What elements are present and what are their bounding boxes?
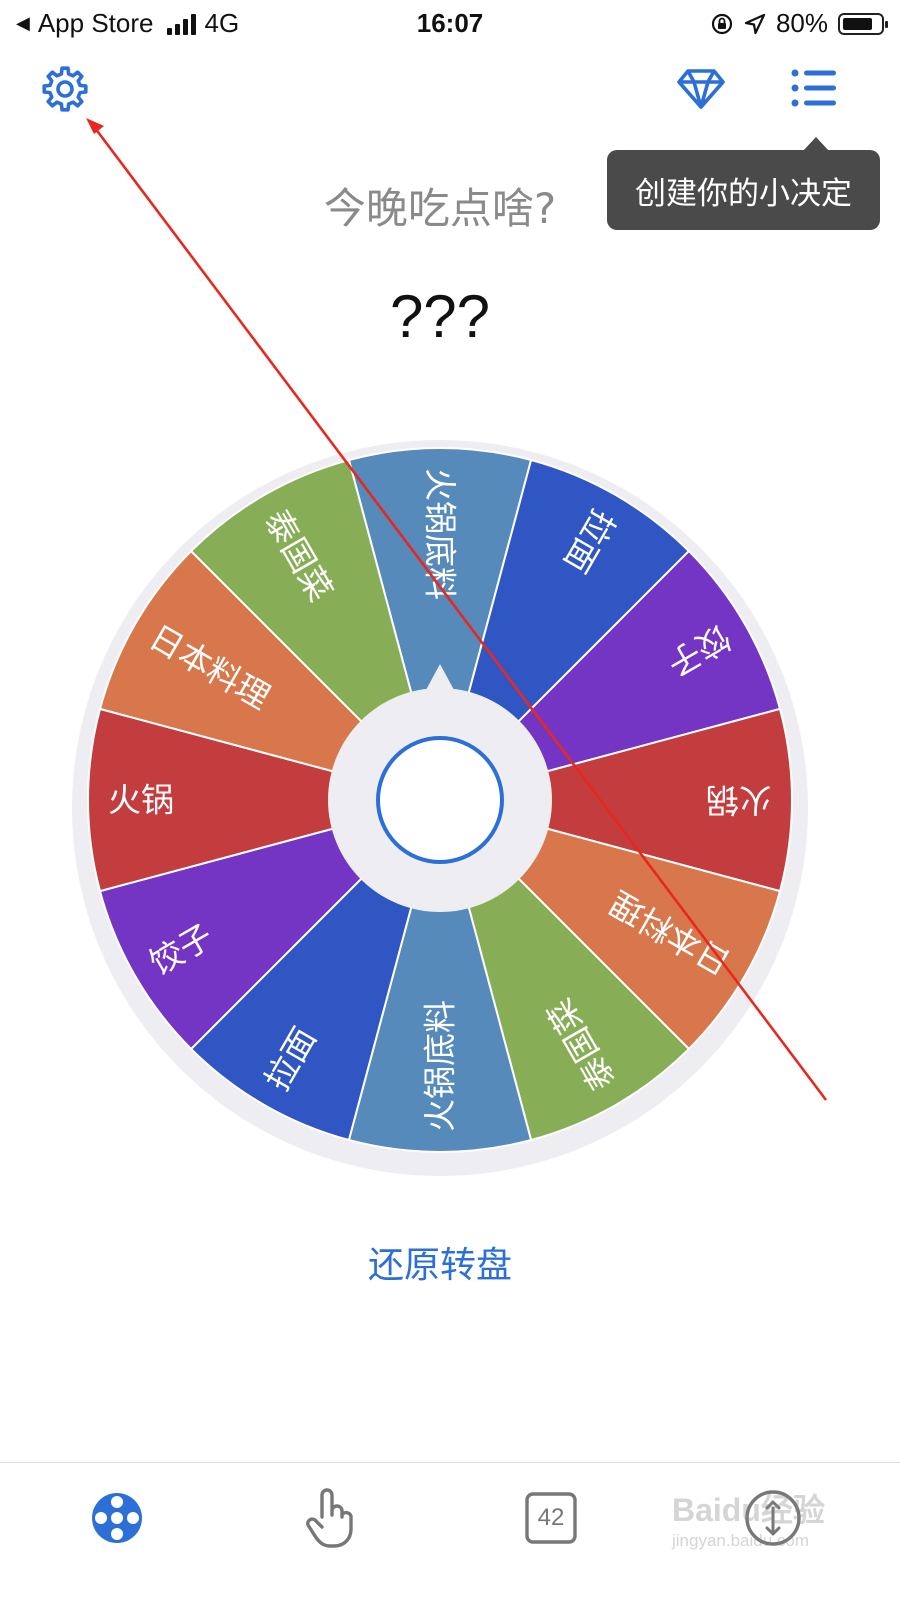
- wheel-segment-label: 火锅: [706, 781, 772, 820]
- number-badge: 42: [537, 1504, 565, 1531]
- tap-hand-icon: [306, 1488, 353, 1548]
- battery-percent: 80%: [775, 8, 828, 38]
- spin-wheel[interactable]: 火锅底料 拉面饺子火锅日本料理泰国菜火锅底料拉面饺子火锅日本料理泰国菜: [60, 428, 820, 1188]
- wheel-segment-label: 火锅底料: [421, 468, 460, 600]
- tab-coin[interactable]: [738, 1483, 808, 1553]
- question-title[interactable]: 今晚吃点啥?: [0, 175, 880, 236]
- gear-icon: [42, 66, 88, 112]
- battery-icon: [838, 12, 888, 35]
- tab-wheel[interactable]: [82, 1483, 152, 1553]
- result-text: ???: [389, 283, 491, 350]
- wheel-segment-label: 火锅底料: [421, 1000, 460, 1132]
- annotation-arrow-head: [86, 118, 104, 134]
- rotation-lock-icon: [711, 13, 733, 34]
- spin-button[interactable]: [376, 736, 504, 864]
- status-bar: ◀ App Store 4G 16:07 80%: [0, 0, 900, 46]
- list-menu-button[interactable]: [790, 68, 838, 112]
- wheel-icon: [92, 1493, 142, 1543]
- tab-number[interactable]: 42: [516, 1483, 586, 1553]
- coin-flip-icon: [745, 1490, 801, 1546]
- battery-level: [843, 17, 872, 30]
- settings-button[interactable]: [40, 64, 90, 118]
- diamond-icon: [677, 69, 725, 109]
- tab-bar: 42: [0, 1462, 900, 1601]
- tab-tap[interactable]: [296, 1483, 366, 1553]
- wheel-segment-label: 火锅: [108, 781, 174, 820]
- restore-wheel-button[interactable]: 还原转盘: [0, 1236, 880, 1288]
- location-icon: [744, 13, 766, 34]
- premium-button[interactable]: [676, 68, 726, 114]
- list-icon: [791, 69, 836, 107]
- status-right: 80%: [710, 8, 888, 39]
